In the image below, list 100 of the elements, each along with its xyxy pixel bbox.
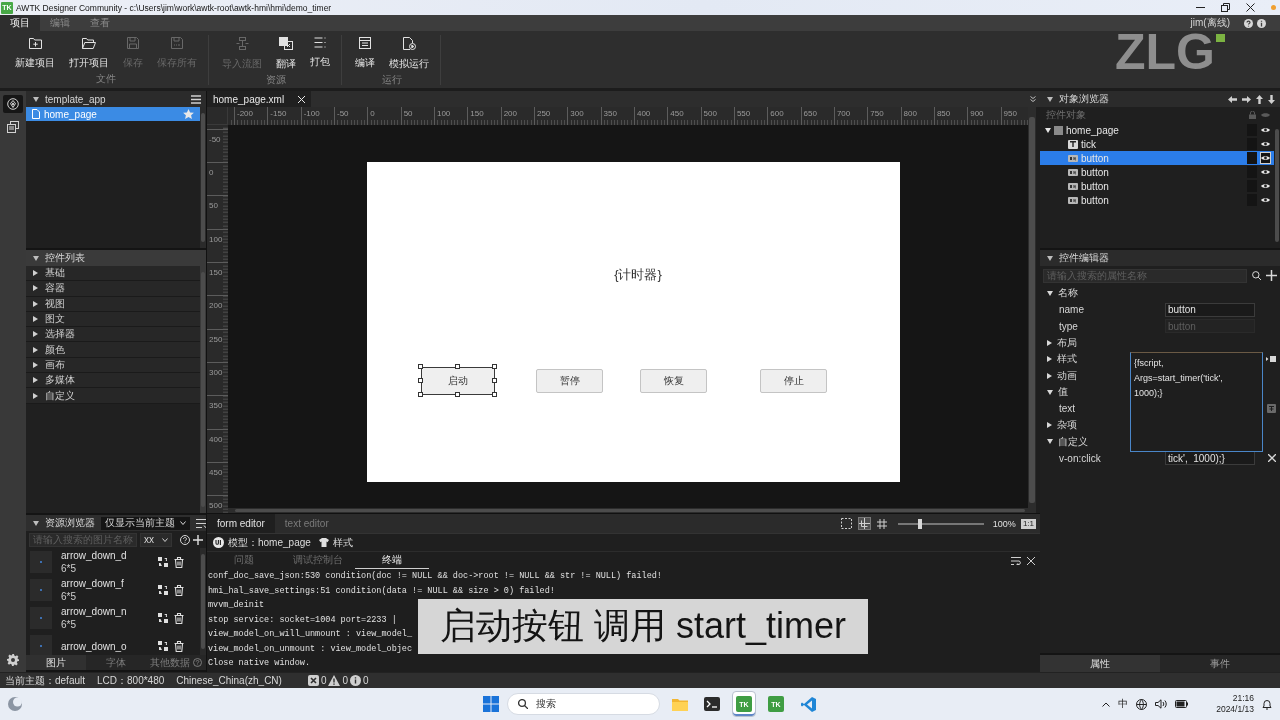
toolbar-button[interactable]: 新建项目 [8,35,62,70]
start-icon[interactable] [483,696,499,712]
swap-icon[interactable] [158,556,168,567]
caret-right-icon[interactable] [33,361,38,368]
pen-nib-icon[interactable] [3,95,23,113]
caret-right-icon[interactable] [33,346,38,353]
trash-icon[interactable] [174,612,184,624]
caret-right-icon[interactable] [1047,356,1052,363]
resource-tab[interactable]: 图片 [26,655,86,670]
caret-down-icon[interactable] [33,520,39,526]
restore-icon[interactable] [1221,3,1230,12]
caret-down-icon[interactable] [1047,96,1053,102]
property-value-field[interactable]: button [1165,302,1255,317]
scrollbar[interactable] [1028,107,1036,513]
battery-icon[interactable] [1175,700,1189,708]
arrow-up-icon[interactable] [1256,94,1263,104]
help-icon[interactable] [180,534,190,545]
chevron-up-icon[interactable] [1102,701,1111,707]
caret-right-icon[interactable] [33,316,38,323]
eye-icon[interactable] [1261,169,1270,175]
swap-icon[interactable] [158,584,168,595]
grid-icon[interactable] [875,517,889,530]
caret-down-icon[interactable] [1047,290,1053,296]
category-item[interactable]: 基础 [26,266,200,282]
caret-right-icon[interactable] [33,392,38,399]
toolbar-button[interactable]: 翻译 [269,35,303,71]
swap-icon[interactable] [158,612,168,623]
search-icon[interactable] [1252,271,1261,280]
input-method[interactable]: 中 [1118,697,1129,711]
caret-down-icon[interactable] [1047,439,1053,445]
bell-icon[interactable] [1262,698,1272,710]
info-icon[interactable] [1257,18,1266,28]
category-item[interactable]: 选择器 [26,327,200,343]
inspector-tab[interactable]: 属性 [1040,655,1160,672]
caret-right-icon[interactable] [1047,339,1052,346]
resize-handle[interactable] [418,378,423,383]
theme-filter-dropdown[interactable]: 仅显示当前主题 [101,516,190,530]
trash-icon[interactable] [174,556,184,568]
document-tab[interactable]: home_page.xml [207,91,312,107]
caret-down-icon[interactable] [33,255,39,261]
close-icon[interactable] [1246,3,1255,12]
category-item[interactable]: 多媒体 [26,373,200,389]
eye-icon[interactable] [1261,141,1270,147]
tree-item[interactable]: button [1040,179,1274,193]
swap-icon[interactable] [158,640,168,651]
scrollbar[interactable] [200,266,206,513]
clock-date[interactable]: 2024/1/13 [1216,704,1254,715]
globe-icon[interactable] [1136,698,1148,710]
caret-right-icon[interactable] [33,270,38,277]
list-filter-icon[interactable] [196,518,206,528]
caret-down-icon[interactable] [1045,127,1051,133]
eye-icon[interactable] [1261,155,1270,161]
form-button[interactable]: 启动 [421,367,495,395]
actual-size-button[interactable]: 1:1 [1020,518,1036,529]
eye-icon[interactable] [1261,183,1270,189]
translate-icon[interactable] [1267,404,1276,414]
menu-tab[interactable]: 项目 [0,15,40,31]
category-item[interactable]: 颜色 [26,342,200,358]
panel-toggle-icon[interactable] [1266,356,1276,363]
arrow-right-icon[interactable] [1242,95,1251,103]
lock-toggle[interactable] [1247,166,1257,178]
form-button[interactable]: 暂停 [536,369,603,393]
resize-handle[interactable] [455,392,460,397]
scrollbar[interactable] [228,508,1028,513]
resize-handle[interactable] [418,392,423,397]
tree-item[interactable]: home_page [1040,123,1274,137]
double-chevron-down-icon[interactable] [1030,96,1036,102]
toolbar-button[interactable]: 编译 [348,35,382,71]
crosshair-icon[interactable] [857,517,871,530]
eye-icon[interactable] [1261,127,1270,133]
plus-icon[interactable] [1266,270,1277,281]
plus-icon[interactable] [193,534,203,545]
taskbar-search-field[interactable]: 搜索 [507,693,660,715]
form-button[interactable]: 恢复 [640,369,707,393]
resize-handle[interactable] [492,364,497,369]
eye-icon[interactable] [1261,197,1270,203]
resize-handle[interactable] [492,392,497,397]
resize-handle[interactable] [455,364,460,369]
arrow-down-icon[interactable] [1268,94,1275,104]
form-button[interactable]: 停止 [760,369,827,393]
toolbar-button[interactable]: 模拟运行 [382,35,436,71]
caret-right-icon[interactable] [33,331,38,338]
caret-right-icon[interactable] [33,300,38,307]
help-icon[interactable] [1244,18,1253,28]
clock-time[interactable]: 21:16 [1232,693,1254,704]
resize-handle[interactable] [492,378,497,383]
editor-mode-tab[interactable]: form editor [207,514,275,533]
trash-icon[interactable] [174,640,184,652]
arrow-left-icon[interactable] [1228,95,1237,103]
tree-item[interactable]: button [1040,193,1274,207]
category-item[interactable]: 自定义 [26,388,200,404]
caret-right-icon[interactable] [33,285,38,292]
word-wrap-icon[interactable] [1011,556,1021,565]
toolbar-button[interactable]: 打包 [303,35,337,71]
toolbar-button[interactable]: 打开项目 [62,35,116,70]
tree-item[interactable]: tick [1040,137,1274,151]
menu-icon[interactable] [191,94,201,104]
caret-right-icon[interactable] [1047,372,1052,379]
trash-icon[interactable] [174,584,184,596]
speaker-icon[interactable] [1155,699,1168,709]
